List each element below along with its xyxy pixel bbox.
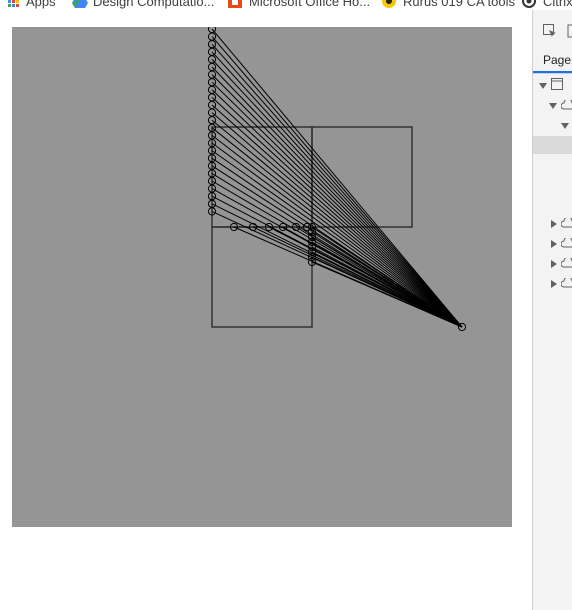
- bookmark-microsoft-office[interactable]: Microsoft Office Ho...: [228, 0, 370, 9]
- source-point: [207, 27, 217, 34]
- inspect-element-icon[interactable]: [543, 24, 557, 38]
- device-toolbar-icon[interactable]: [567, 24, 572, 38]
- bookmark-apps[interactable]: Apps: [8, 0, 56, 9]
- bookmark-citrix[interactable]: Citrix: [522, 0, 572, 9]
- ray-line: [211, 81, 463, 328]
- rurus-icon: [382, 0, 396, 8]
- ray-line: [311, 246, 463, 328]
- ray-line: [211, 150, 463, 328]
- cloud-icon: [560, 235, 572, 253]
- upper-square: [211, 126, 313, 228]
- tree-row-cloud[interactable]: [551, 236, 572, 252]
- cloud-icon: [560, 255, 572, 273]
- ray-line: [211, 89, 463, 328]
- cloud-icon: [560, 215, 572, 233]
- ray-line: [211, 180, 463, 328]
- tree-row-cloud[interactable]: [551, 216, 572, 232]
- tab-divider: [533, 73, 572, 74]
- devtools-panel: Page: [532, 10, 572, 610]
- ray-line: [311, 241, 463, 328]
- ray-line: [211, 135, 463, 328]
- source-point: [207, 47, 217, 56]
- source-point: [207, 40, 217, 49]
- expand-arrow-icon[interactable]: [539, 83, 547, 89]
- tree-selected-row[interactable]: [533, 136, 572, 154]
- upper-right-square: [311, 126, 413, 228]
- bookmark-label: Microsoft Office Ho...: [249, 0, 371, 9]
- source-point: [207, 32, 217, 41]
- tree-row-cloud[interactable]: [551, 276, 572, 292]
- cloud-icon: [560, 97, 572, 115]
- bookmark-design-computation[interactable]: Design Computatio...: [72, 0, 214, 9]
- tab-label: Page: [543, 53, 572, 67]
- bookmark-label: Apps: [26, 0, 56, 9]
- collapse-arrow-icon[interactable]: [551, 240, 557, 248]
- ray-line: [211, 43, 463, 328]
- tree-row-cloud[interactable]: [549, 98, 572, 114]
- tree-row-nested[interactable]: [561, 118, 572, 134]
- ray-line: [211, 142, 463, 328]
- ray-line: [211, 28, 463, 328]
- bookmark-rurus-tools[interactable]: Rurus 019 CA tools: [382, 0, 515, 9]
- cloud-icon: [560, 275, 572, 293]
- collapse-arrow-icon[interactable]: [551, 260, 557, 268]
- ray-line: [211, 119, 463, 328]
- bookmark-label: Rurus 019 CA tools: [403, 0, 516, 9]
- citrix-icon: [522, 0, 536, 8]
- collapse-arrow-icon[interactable]: [551, 280, 557, 288]
- tab-page[interactable]: Page: [533, 50, 572, 70]
- expand-arrow-icon[interactable]: [549, 103, 557, 109]
- ray-line: [211, 97, 463, 328]
- bookmarks-bar: Apps Design Computatio... Microsoft Offi…: [0, 0, 572, 10]
- collapse-arrow-icon[interactable]: [551, 220, 557, 228]
- bookmark-label: Design Computatio...: [93, 0, 215, 9]
- ray-line: [211, 74, 463, 328]
- ray-line: [211, 59, 463, 328]
- ray-line: [311, 236, 463, 328]
- drawing-canvas[interactable]: [12, 27, 512, 527]
- expand-arrow-icon[interactable]: [561, 123, 569, 129]
- tree-row-cloud[interactable]: [551, 256, 572, 272]
- apps-grid-icon: [8, 0, 19, 7]
- window-frame-icon: [551, 77, 563, 95]
- tree-row-top-frame[interactable]: [539, 78, 563, 94]
- canvas-svg: [207, 27, 467, 332]
- bookmark-label: Citrix: [543, 0, 572, 9]
- office-icon: [228, 0, 242, 8]
- ray-line: [211, 112, 463, 328]
- ray-line: [211, 36, 463, 328]
- google-drive-icon: [72, 0, 88, 8]
